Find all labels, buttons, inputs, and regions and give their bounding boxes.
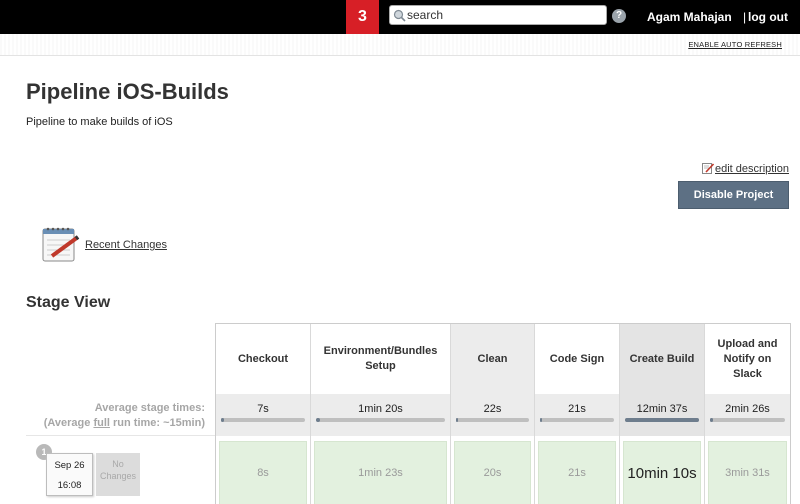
stage-average: 12min 37s <box>620 394 704 436</box>
stage-average-value: 21s <box>568 403 586 415</box>
separator: | <box>743 10 747 24</box>
stage-header: Checkout <box>237 352 289 365</box>
stage-average-value: 2min 26s <box>725 403 770 415</box>
notification-badge[interactable]: 3 <box>346 0 379 34</box>
username-link[interactable]: Agam Mahajan <box>647 10 732 24</box>
no-changes-box: No Changes <box>96 453 140 496</box>
stage-average: 22s <box>451 394 534 436</box>
stage-progress-fill <box>710 418 713 422</box>
stage-run-cell[interactable]: 10min 10s <box>623 441 701 504</box>
average-run-time-label: (Average full run time: ~15min) <box>43 417 205 429</box>
page-title: Pipeline iOS-Builds <box>26 79 229 104</box>
stage-progress-fill <box>316 418 320 422</box>
stage-average-value: 7s <box>257 403 269 415</box>
run-date-box[interactable]: Sep 26 16:08 <box>46 453 93 496</box>
stage-progress-bar <box>540 418 614 422</box>
edit-description-link[interactable]: edit description <box>702 162 789 175</box>
stage-view-table: Checkout 7s 8s Environment/Bundles Setup… <box>215 323 791 504</box>
stage-header: Code Sign <box>549 352 605 365</box>
stage-header: Upload and Notify on Slack <box>717 337 778 380</box>
logout-link[interactable]: log out <box>748 10 788 24</box>
stage-progress-fill <box>540 418 543 422</box>
stage-average: 2min 26s <box>705 394 790 436</box>
run-date: Sep 26 <box>54 460 85 471</box>
stage-header: Clean <box>451 324 534 394</box>
stage-view-title: Stage View <box>26 294 111 311</box>
stage-run-cell[interactable]: 8s <box>219 441 307 504</box>
search-icon <box>393 9 406 22</box>
edit-description-label: edit description <box>715 163 789 175</box>
stage-average-value: 1min 20s <box>358 403 403 415</box>
stage-header: Environment/Bundles Setup <box>323 345 438 372</box>
stage-column: Upload and Notify on Slack 2min 26s 3min… <box>705 324 790 504</box>
stage-progress-bar <box>625 418 699 422</box>
stage-header: Create Build <box>620 324 704 394</box>
search-input[interactable] <box>407 7 602 23</box>
stage-average: 7s <box>216 394 310 436</box>
stage-column: Environment/Bundles Setup 1min 20s 1min … <box>311 324 450 504</box>
stage-column: Code Sign 21s 21s <box>535 324 619 504</box>
stage-column: Clean 22s 20s <box>451 324 534 504</box>
stage-column: Checkout 7s 8s <box>216 324 310 504</box>
stage-run-cell[interactable]: 20s <box>454 441 531 504</box>
stage-progress-fill <box>625 418 699 422</box>
stage-run-cell[interactable]: 3min 31s <box>708 441 787 504</box>
stage-progress-bar <box>710 418 785 422</box>
stage-average: 21s <box>535 394 619 436</box>
stage-progress-fill <box>456 418 459 422</box>
stage-column: Create Build 12min 37s 10min 10s <box>620 324 704 504</box>
enable-auto-refresh-link[interactable]: ENABLE AUTO REFRESH <box>688 40 782 49</box>
search-box[interactable] <box>389 5 607 25</box>
average-stage-times-label: Average stage times: <box>94 402 205 414</box>
stage-run-cell[interactable]: 1min 23s <box>314 441 447 504</box>
stage-average-value: 22s <box>483 403 502 415</box>
stage-progress-fill <box>221 418 224 422</box>
average-times-label: Average stage times: (Average full run t… <box>44 401 205 431</box>
stage-run-cell[interactable]: 21s <box>538 441 616 504</box>
sub-bar <box>0 34 800 56</box>
pipeline-description: Pipeline to make builds of iOS <box>26 116 173 128</box>
stage-progress-bar <box>221 418 305 422</box>
help-icon[interactable]: ? <box>612 9 626 23</box>
disable-project-button[interactable]: Disable Project <box>678 181 789 209</box>
stage-average-value: 12min 37s <box>636 403 688 415</box>
notepad-icon <box>42 227 80 262</box>
stage-progress-bar <box>316 418 445 422</box>
stage-average: 1min 20s <box>311 394 450 436</box>
recent-changes-link[interactable]: Recent Changes <box>85 239 167 251</box>
run-time: 16:08 <box>57 480 82 491</box>
stage-progress-bar <box>456 418 529 422</box>
edit-icon <box>702 163 714 174</box>
